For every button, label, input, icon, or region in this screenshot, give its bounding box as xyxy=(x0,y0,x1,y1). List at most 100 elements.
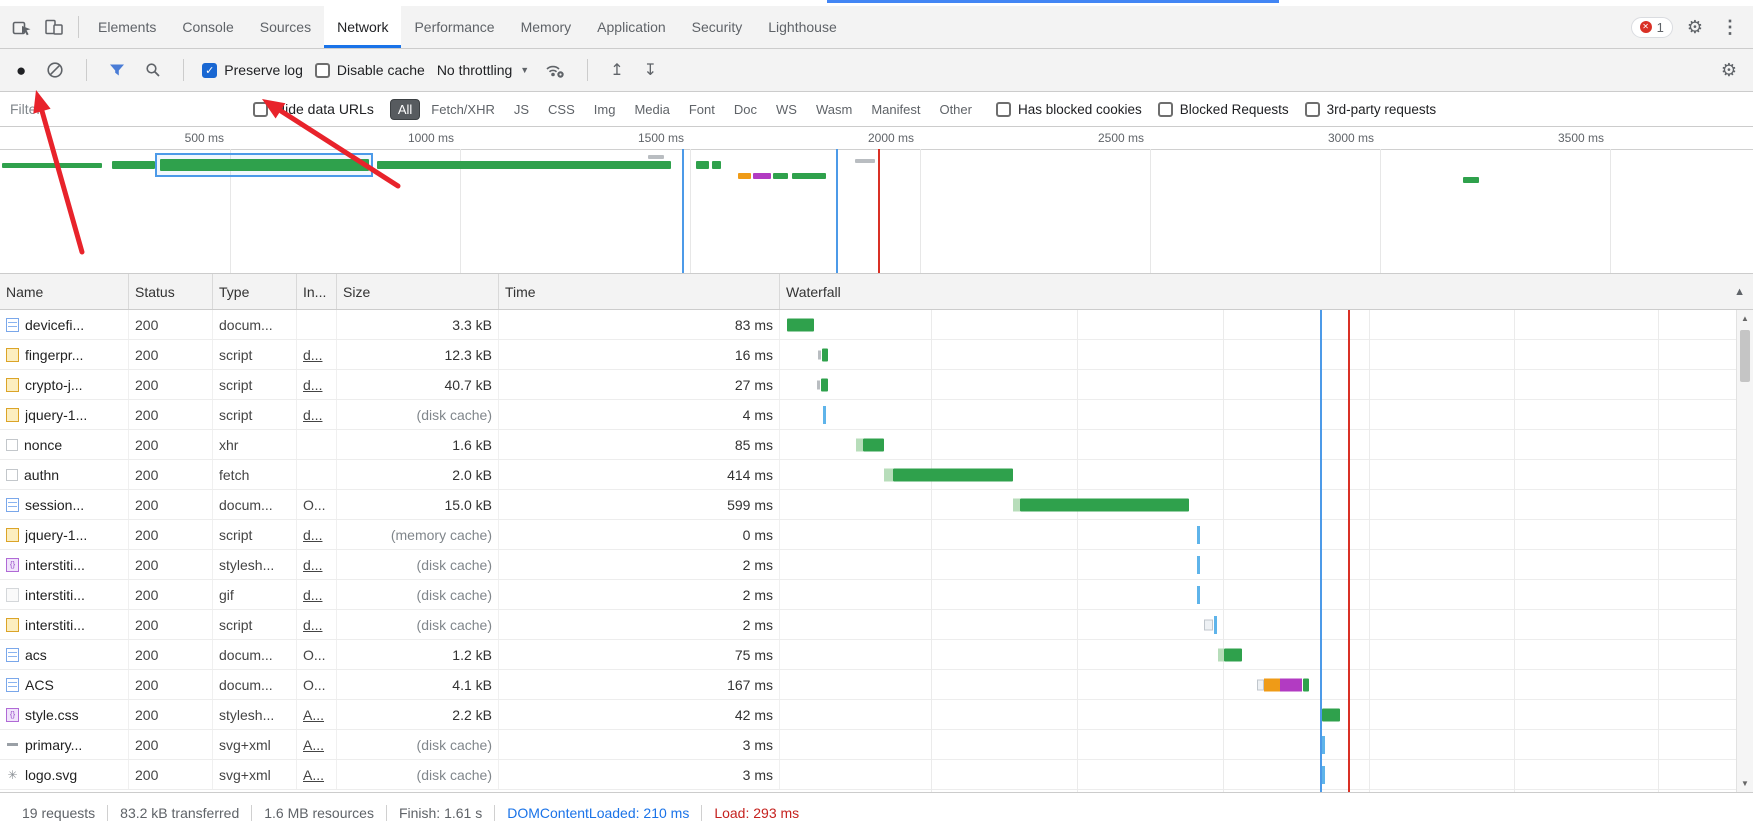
initiator-link[interactable]: d... xyxy=(303,617,322,633)
table-row[interactable]: ACS200docum...O...4.1 kB167 ms xyxy=(0,670,1753,700)
table-row[interactable]: acs200docum...O...1.2 kB75 ms xyxy=(0,640,1753,670)
tab-security[interactable]: Security xyxy=(679,6,756,48)
blocked-requests-checkbox[interactable]: Blocked Requests xyxy=(1158,102,1289,117)
inspect-element-button[interactable] xyxy=(8,15,36,39)
table-row[interactable]: interstiti...200scriptd...(disk cache)2 … xyxy=(0,610,1753,640)
filter-pill-doc[interactable]: Doc xyxy=(726,99,765,120)
export-har-button[interactable]: ↧ xyxy=(640,58,661,82)
network-conditions-button[interactable] xyxy=(541,60,569,81)
filter-pill-css[interactable]: CSS xyxy=(540,99,583,120)
requests-rows: devicefi...200docum...3.3 kB83 msfingerp… xyxy=(0,310,1753,792)
overview-band xyxy=(0,151,1753,191)
filter-pill-other[interactable]: Other xyxy=(931,99,980,120)
3rd-party-requests-checkbox[interactable]: 3rd-party requests xyxy=(1305,102,1437,117)
network-conditions-icon xyxy=(545,62,565,79)
throttling-select[interactable]: No throttling ▼ xyxy=(437,62,529,78)
initiator-link[interactable]: d... xyxy=(303,347,322,363)
filter-input[interactable] xyxy=(8,100,237,118)
table-row[interactable]: primary...200svg+xmlA...(disk cache)3 ms xyxy=(0,730,1753,760)
scrollbar-thumb[interactable] xyxy=(1740,330,1750,382)
scroll-down-icon[interactable]: ▼ xyxy=(1737,775,1753,792)
column-header-size[interactable]: Size xyxy=(337,274,499,309)
waterfall-bar xyxy=(1204,619,1213,630)
initiator-link[interactable]: d... xyxy=(303,557,322,573)
initiator-link[interactable]: A... xyxy=(303,737,324,753)
table-row[interactable]: nonce200xhr1.6 kB85 ms xyxy=(0,430,1753,460)
record-network-log-button[interactable]: ● xyxy=(12,60,30,81)
column-header-status[interactable]: Status xyxy=(129,274,213,309)
filter-toggle-button[interactable] xyxy=(105,61,129,79)
initiator-link[interactable]: d... xyxy=(303,527,322,543)
initiator-link[interactable]: A... xyxy=(303,767,324,783)
filter-pill-fetch-xhr[interactable]: Fetch/XHR xyxy=(423,99,503,120)
table-row[interactable]: authn200fetch2.0 kB414 ms xyxy=(0,460,1753,490)
table-row[interactable]: {}interstiti...200stylesh...d...(disk ca… xyxy=(0,550,1753,580)
column-header-waterfall[interactable]: Waterfall▲ xyxy=(780,274,1753,309)
error-badge[interactable]: ✕ 1 xyxy=(1631,17,1673,38)
column-header-label: Time xyxy=(505,284,536,300)
waterfall-cell xyxy=(780,430,1736,459)
status-resources: 1.6 MB resources xyxy=(251,805,386,821)
type-cell: script xyxy=(213,400,297,429)
waterfall-bar xyxy=(1303,678,1309,691)
overview-activity-segment xyxy=(792,173,826,179)
filter-pill-img[interactable]: Img xyxy=(586,99,624,120)
table-row[interactable]: {}style.css200stylesh...A...2.2 kB42 ms xyxy=(0,700,1753,730)
filter-pill-manifest[interactable]: Manifest xyxy=(863,99,928,120)
status-cell: 200 xyxy=(129,430,213,459)
initiator-link[interactable]: d... xyxy=(303,407,322,423)
filter-pill-ws[interactable]: WS xyxy=(768,99,805,120)
vertical-scrollbar[interactable]: ▲ ▼ xyxy=(1736,310,1753,792)
filter-pill-js[interactable]: JS xyxy=(506,99,537,120)
column-header-in[interactable]: In... xyxy=(297,274,337,309)
tab-console[interactable]: Console xyxy=(169,6,246,48)
tab-elements[interactable]: Elements xyxy=(85,6,169,48)
device-toolbar-icon xyxy=(44,17,64,37)
tab-application[interactable]: Application xyxy=(584,6,679,48)
preserve-log-checkbox[interactable]: ✓ Preserve log xyxy=(202,62,303,78)
tab-lighthouse[interactable]: Lighthouse xyxy=(755,6,850,48)
initiator-cell: d... xyxy=(297,610,337,639)
tab-sources[interactable]: Sources xyxy=(247,6,324,48)
initiator-link[interactable]: d... xyxy=(303,377,322,393)
device-toolbar-button[interactable] xyxy=(40,15,68,39)
tab-memory[interactable]: Memory xyxy=(508,6,585,48)
overview-timeline[interactable]: 500 ms1000 ms1500 ms2000 ms2500 ms3000 m… xyxy=(0,127,1753,274)
network-settings-button[interactable]: ⚙ xyxy=(1717,58,1741,83)
waterfall-bar xyxy=(1322,708,1340,721)
table-row[interactable]: jquery-1...200scriptd...(memory cache)0 … xyxy=(0,520,1753,550)
scroll-up-icon[interactable]: ▲ xyxy=(1737,310,1753,327)
disable-cache-checkbox[interactable]: Disable cache xyxy=(315,62,425,78)
filter-pill-font[interactable]: Font xyxy=(681,99,723,120)
table-row[interactable]: ✳logo.svg200svg+xmlA...(disk cache)3 ms xyxy=(0,760,1753,790)
search-button[interactable] xyxy=(141,60,165,80)
tab-network[interactable]: Network xyxy=(324,6,401,48)
more-options-button[interactable]: ⋮ xyxy=(1717,15,1743,40)
status-cell: 200 xyxy=(129,370,213,399)
table-row[interactable]: fingerpr...200scriptd...12.3 kB16 ms xyxy=(0,340,1753,370)
overview-activity-segment xyxy=(377,161,671,169)
initiator-link[interactable]: A... xyxy=(303,707,324,723)
filter-pill-media[interactable]: Media xyxy=(626,99,677,120)
size-value: 40.7 kB xyxy=(445,377,492,393)
filter-pill-all[interactable]: All xyxy=(390,99,420,120)
hide-data-urls-checkbox[interactable]: Hide data URLs xyxy=(253,101,374,117)
clear-network-log-button[interactable] xyxy=(42,59,68,81)
initiator-link[interactable]: d... xyxy=(303,587,322,603)
tab-performance[interactable]: Performance xyxy=(401,6,507,48)
table-row[interactable]: jquery-1...200scriptd...(disk cache)4 ms xyxy=(0,400,1753,430)
initiator-cell: d... xyxy=(297,340,337,369)
has-blocked-cookies-checkbox[interactable]: Has blocked cookies xyxy=(996,102,1142,117)
table-row[interactable]: interstiti...200gifd...(disk cache)2 ms xyxy=(0,580,1753,610)
time-cell: 3 ms xyxy=(499,760,780,789)
table-row[interactable]: session...200docum...O...15.0 kB599 ms xyxy=(0,490,1753,520)
column-header-type[interactable]: Type xyxy=(213,274,297,309)
filter-pill-wasm[interactable]: Wasm xyxy=(808,99,860,120)
devtools-settings-button[interactable]: ⚙ xyxy=(1683,15,1707,40)
column-header-time[interactable]: Time xyxy=(499,274,780,309)
import-har-button[interactable]: ↥ xyxy=(606,58,627,82)
size-cell: (memory cache) xyxy=(337,520,499,549)
table-row[interactable]: crypto-j...200scriptd...40.7 kB27 ms xyxy=(0,370,1753,400)
column-header-name[interactable]: Name xyxy=(0,274,129,309)
table-row[interactable]: devicefi...200docum...3.3 kB83 ms xyxy=(0,310,1753,340)
